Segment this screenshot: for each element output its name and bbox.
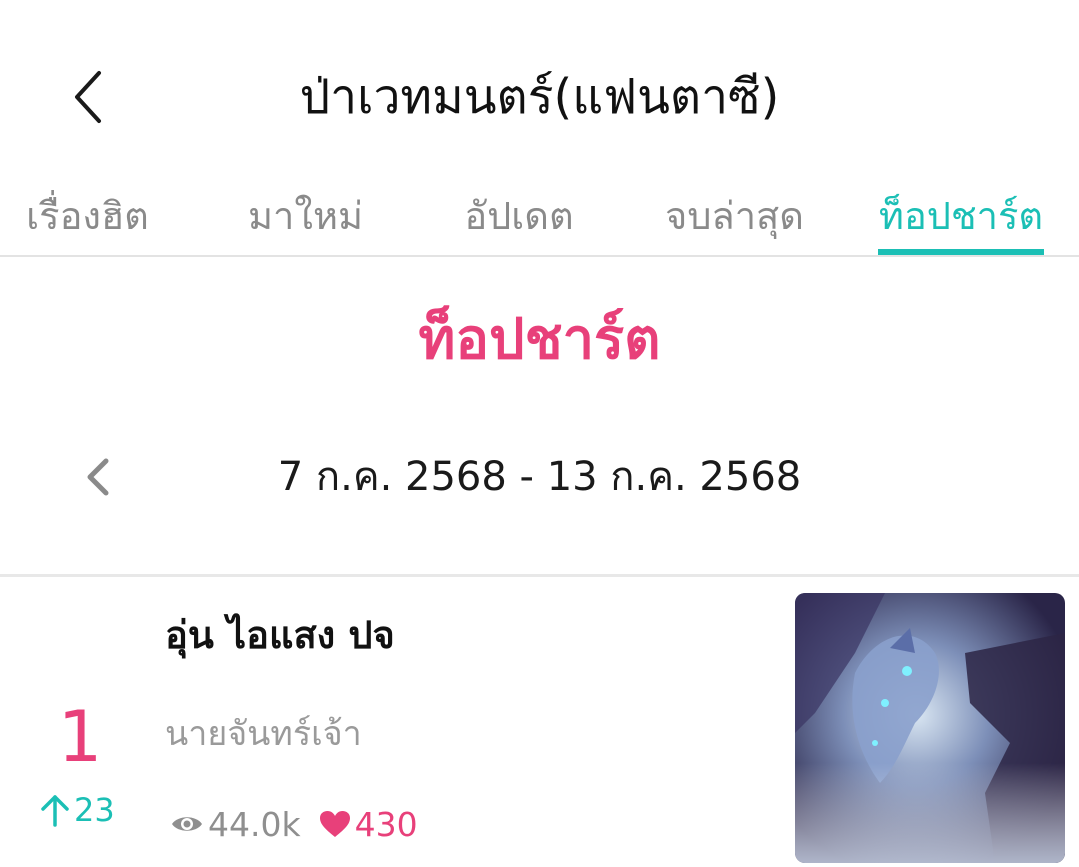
likes-stat: 430 xyxy=(319,805,418,844)
story-title: อุ่น ไอแสง ปจ xyxy=(165,613,395,657)
tab-label: มาใหม่ xyxy=(248,194,364,238)
tab-label: อัปเดต xyxy=(464,194,574,238)
tab-label: เรื่องฮิต xyxy=(26,194,149,238)
story-stats: 44.0k 430 xyxy=(170,799,418,849)
app-header: ป่าเวทมนตร์(แฟนตาซี) xyxy=(0,0,1079,170)
tab-underline xyxy=(878,249,1044,255)
tab-recently-finished[interactable]: จบล่าสุด xyxy=(662,180,807,257)
heart-icon xyxy=(319,811,350,837)
likes-count: 430 xyxy=(354,804,418,844)
tab-label: จบล่าสุด xyxy=(665,194,804,238)
tab-new[interactable]: มาใหม่ xyxy=(248,180,363,257)
views-count: 44.0k xyxy=(208,804,301,844)
rank-number: 1 xyxy=(57,696,103,778)
author-name: นายจันทร์เจ้า xyxy=(165,714,362,754)
tab-hits[interactable]: เรื่องฮิต xyxy=(20,180,155,257)
tab-top-chart[interactable]: ท็อปชาร์ต xyxy=(878,180,1044,257)
category-tabs: เรื่องฮิต มาใหม่ อัปเดต จบล่าสุด ท็อปชาร… xyxy=(0,180,1079,257)
dragon-cover-art xyxy=(795,593,1065,863)
rank-change-value: 23 xyxy=(74,791,115,829)
rank-change: 23 xyxy=(40,785,140,835)
page-title: ป่าเวทมนตร์(แฟนตาซี) xyxy=(299,69,780,125)
week-selector: 7 ก.ค. 2568 - 13 ก.ค. 2568 xyxy=(0,440,1079,514)
tab-updated[interactable]: อัปเดต xyxy=(458,180,580,257)
arrow-up-icon xyxy=(41,795,69,827)
tab-label: ท็อปชาร์ต xyxy=(878,194,1044,238)
week-range-label: 7 ก.ค. 2568 - 13 ก.ค. 2568 xyxy=(277,454,802,500)
chart-entry[interactable]: 1 23 อุ่น ไอแสง ปจ นายจันทร์เจ้า 44.0k 4… xyxy=(0,577,1079,867)
top-chart-heading: ท็อปชาร์ต xyxy=(418,307,661,372)
views-stat: 44.0k xyxy=(170,805,301,844)
eye-icon xyxy=(172,817,202,831)
story-cover-image xyxy=(795,593,1065,863)
